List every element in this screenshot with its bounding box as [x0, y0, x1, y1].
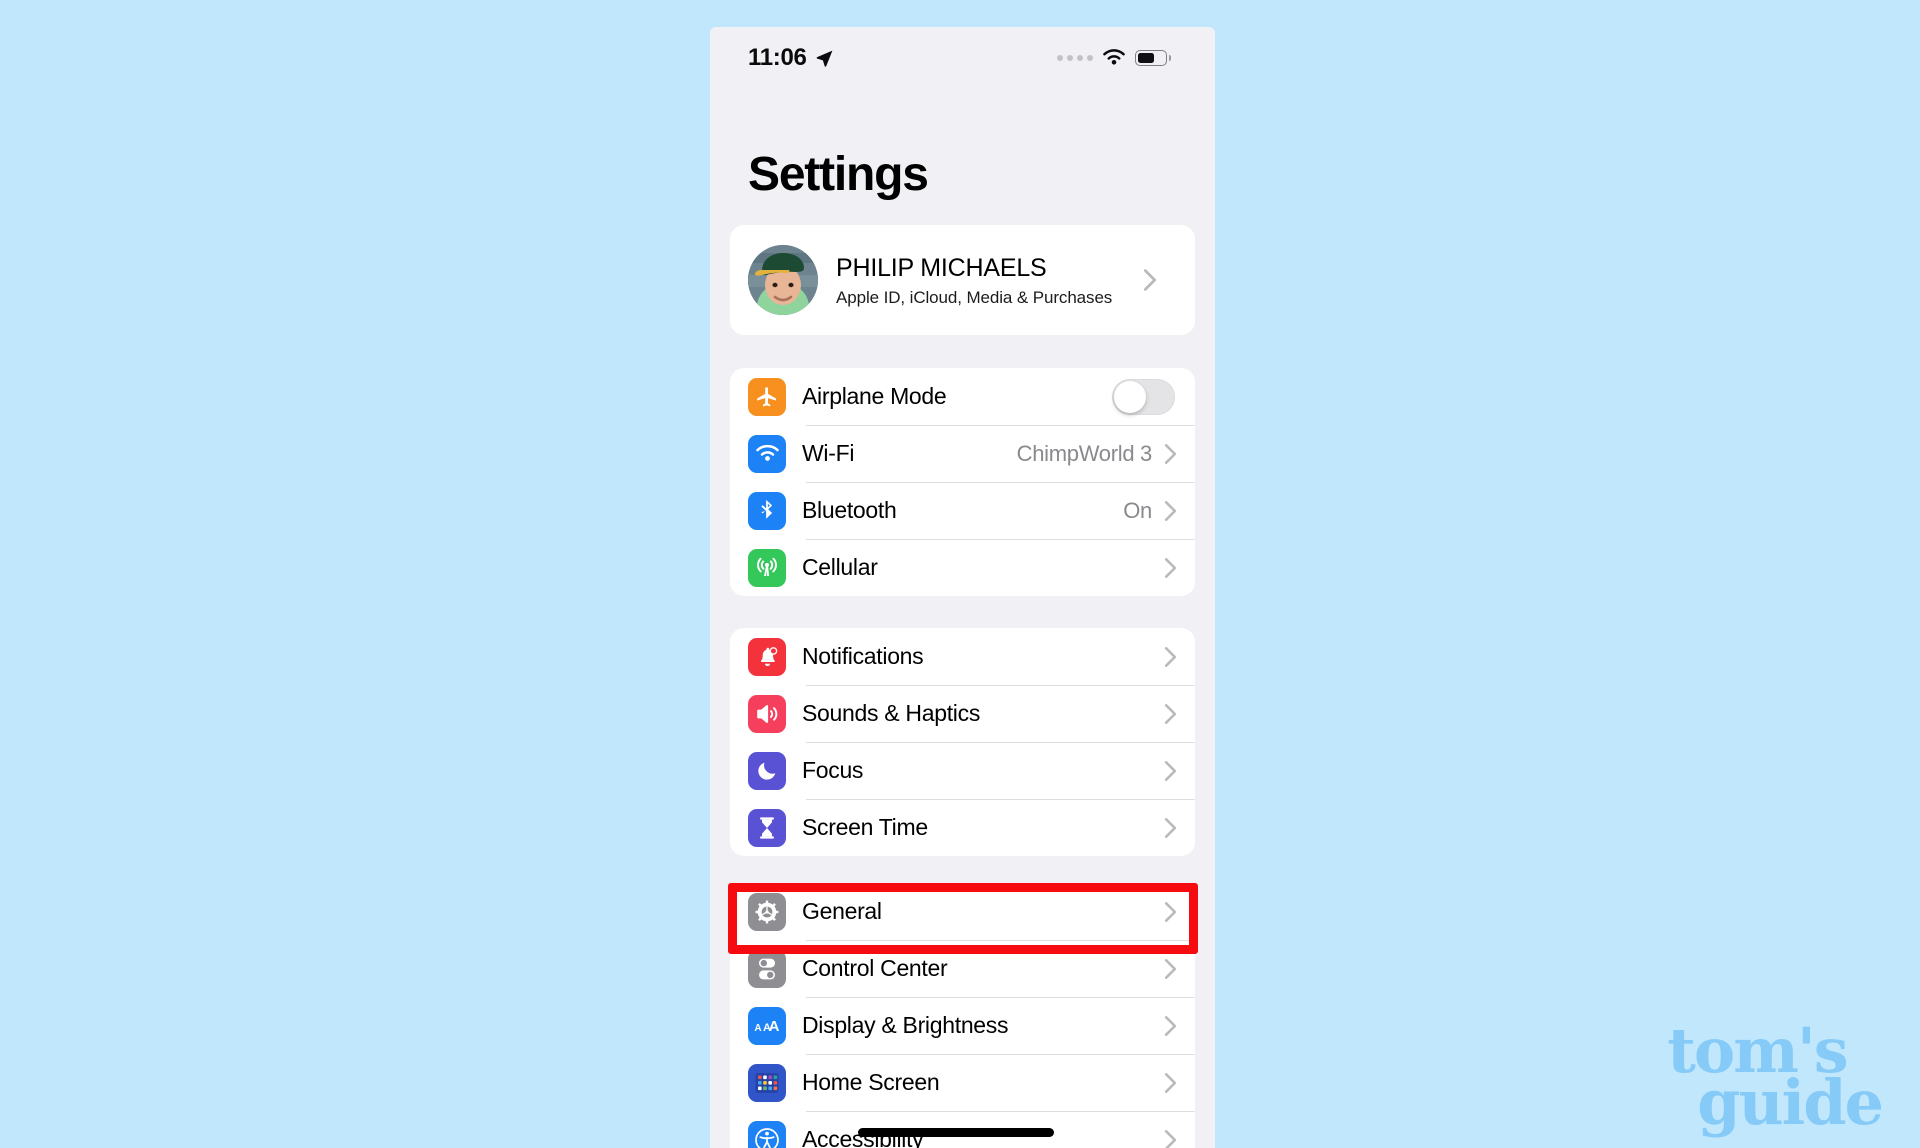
setting-label: Airplane Mode [802, 383, 947, 409]
setting-row-control-center[interactable]: Control Center [730, 940, 1195, 997]
airplane-mode-toggle[interactable] [1112, 378, 1175, 415]
setting-row-bluetooth[interactable]: Bluetooth On [730, 482, 1195, 539]
chevron-right-icon [1164, 760, 1177, 781]
setting-label: Bluetooth [802, 497, 897, 523]
setting-row-sounds-haptics[interactable]: Sounds & Haptics [730, 685, 1195, 742]
setting-label: Screen Time [802, 814, 928, 840]
setting-row-airplane-mode[interactable]: Airplane Mode [730, 368, 1195, 425]
bluetooth-icon [748, 491, 786, 530]
chevron-right-icon [1164, 958, 1177, 979]
connectivity-card: Airplane Mode Wi-Fi ChimpWorld 3 Bluetoo… [730, 368, 1195, 596]
chevron-right-icon [1143, 269, 1157, 291]
setting-row-home-screen[interactable]: Home Screen [730, 1054, 1195, 1111]
alerts-card: Notifications Sounds & Haptics Focus Scr… [730, 628, 1195, 856]
setting-value: ChimpWorld 3 [1016, 440, 1153, 466]
setting-label: Notifications [802, 643, 924, 669]
home-screen-grid-icon [748, 1063, 786, 1102]
setting-label: Sounds & Haptics [802, 700, 981, 726]
status-bar-right [1057, 49, 1171, 67]
account-name: PHILIP MICHAELS [836, 253, 1047, 282]
location-arrow-icon [816, 50, 832, 67]
page-title: Settings [748, 148, 929, 201]
setting-label: Focus [802, 757, 864, 783]
account-card: PHILIP MICHAELS Apple ID, iCloud, Media … [730, 225, 1195, 335]
chevron-right-icon [1164, 817, 1177, 838]
status-bar: 11:06 [710, 27, 1215, 89]
chevron-right-icon [1164, 443, 1177, 464]
display-brightness-icon: A A A [748, 1006, 786, 1045]
chevron-right-icon [1164, 646, 1177, 667]
svg-text:A: A [754, 1023, 761, 1034]
apple-id-row[interactable]: PHILIP MICHAELS Apple ID, iCloud, Media … [730, 225, 1195, 335]
status-bar-left: 11:06 [748, 44, 834, 72]
toms-guide-watermark: tom's guide [1667, 1019, 1884, 1139]
account-text: PHILIP MICHAELS Apple ID, iCloud, Media … [836, 253, 1143, 308]
setting-row-wifi[interactable]: Wi-Fi ChimpWorld 3 [730, 425, 1195, 482]
cellular-dots-icon [1057, 55, 1094, 61]
wifi-icon [748, 434, 786, 473]
setting-row-general[interactable]: General [730, 883, 1195, 940]
setting-row-screen-time[interactable]: Screen Time [730, 799, 1195, 856]
setting-label: Cellular [802, 554, 878, 580]
phone-screen: 11:06 Settings PHILIP MICHAELS Apple ID,… [710, 27, 1215, 1148]
home-indicator [858, 1128, 1054, 1137]
chevron-right-icon [1164, 500, 1177, 521]
chevron-right-icon [1164, 1072, 1177, 1093]
setting-label: General [802, 898, 882, 924]
setting-row-notifications[interactable]: Notifications [730, 628, 1195, 685]
system-card: General Control Center A A A Display & B… [730, 883, 1195, 1148]
setting-row-focus[interactable]: Focus [730, 742, 1195, 799]
setting-label: Display & Brightness [802, 1012, 1009, 1038]
cellular-antenna-icon [748, 548, 786, 587]
setting-label: Home Screen [802, 1069, 940, 1095]
battery-icon [1135, 50, 1171, 66]
setting-label: Wi-Fi [802, 440, 855, 466]
chevron-right-icon [1164, 1129, 1177, 1148]
status-bar-time: 11:06 [748, 44, 807, 71]
chevron-right-icon [1164, 703, 1177, 724]
control-center-icon [748, 949, 786, 988]
chevron-right-icon [1164, 901, 1177, 922]
chevron-right-icon [1164, 557, 1177, 578]
hourglass-icon [748, 808, 786, 847]
setting-row-cellular[interactable]: Cellular [730, 539, 1195, 596]
setting-value: On [1123, 497, 1152, 523]
bell-icon [748, 637, 786, 676]
chevron-right-icon [1164, 1015, 1177, 1036]
svg-text:A: A [769, 1018, 780, 1035]
watermark-line-2: guide [1697, 1065, 1884, 1139]
setting-row-display-brightness[interactable]: A A A Display & Brightness [730, 997, 1195, 1054]
wifi-icon [1103, 49, 1125, 65]
account-subtitle: Apple ID, iCloud, Media & Purchases [836, 287, 1113, 307]
moon-icon [748, 751, 786, 790]
speaker-icon [748, 694, 786, 733]
gear-icon [748, 892, 786, 931]
setting-label: Control Center [802, 955, 948, 981]
accessibility-icon [748, 1120, 786, 1148]
avatar [748, 245, 818, 315]
airplane-icon [748, 377, 786, 416]
